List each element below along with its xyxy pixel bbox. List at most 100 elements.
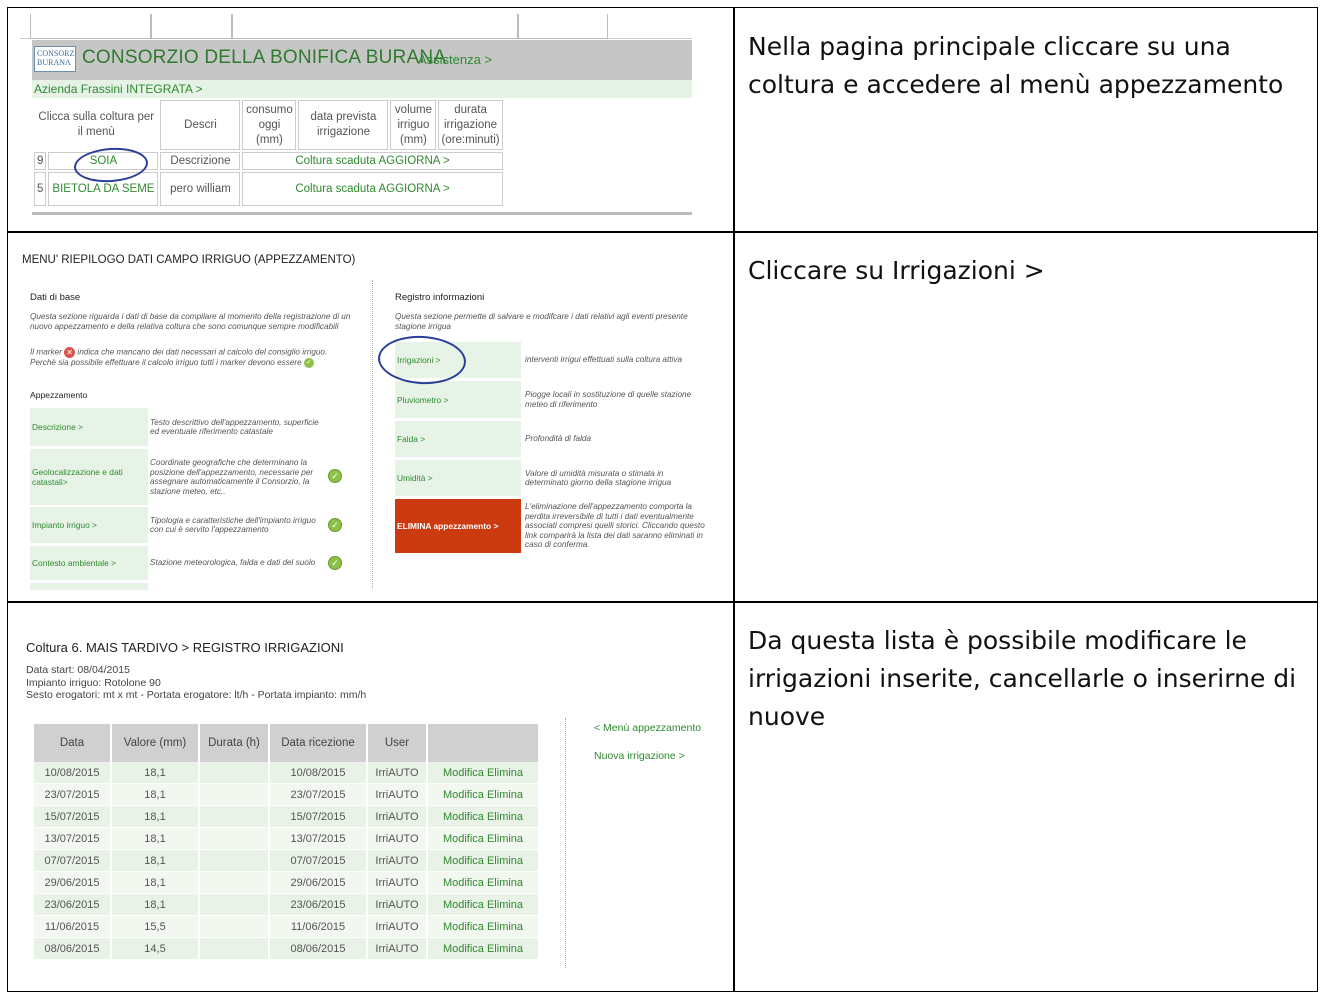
elimina-link[interactable]: Elimina [487,899,523,911]
row-number: 9 [34,152,47,170]
screenshot-irrigation-register: Coltura 6. MAIS TARDIVO > REGISTRO IRRIG… [24,630,724,980]
cell-actions: Modifica Elimina [427,805,540,828]
cell-date: 23/07/2015 [34,783,112,806]
new-irrigation-link[interactable]: Nuova irrigazione > [594,750,685,762]
cell-actions: Modifica Elimina [427,849,540,872]
register-meta: Data start: 08/04/2015 Impianto irriguo:… [26,664,366,702]
elimina-appezzamento-button[interactable]: ELIMINA appezzamento > [395,499,521,553]
cell-date: 13/07/2015 [34,827,112,850]
col-header: Data ricezione [269,724,368,762]
table-row: 13/07/2015 18,1 13/07/2015 IrriAUTO Modi… [34,827,540,850]
pluviometro-link[interactable]: Pluviometro > [395,381,521,418]
impianto-link[interactable]: Impianto irriguo > [30,507,148,543]
elimina-link[interactable]: Elimina [487,789,523,801]
top-box [150,14,232,39]
modifica-link[interactable]: Modifica [443,855,484,867]
row-desc: Coordinate geografiche che determinano l… [150,458,314,496]
cell-user: IrriAUTO [367,849,428,872]
contesto-link[interactable]: Contesto ambientale > [30,546,148,580]
cell-received: 15/07/2015 [269,805,368,828]
irrigation-table: Data Valore (mm) Durata (h) Data ricezio… [34,724,540,960]
reg-row-umidita: Umidità > Valore di umidità misurata o s… [395,460,712,496]
cell-received: 07/07/2015 [269,849,368,872]
registro-description: Questa sezione permette di salvare e mod… [395,312,688,331]
cell-user: IrriAUTO [367,827,428,850]
row-desc: Tipologia e caratteristiche dell'impiant… [150,515,316,535]
cell-received: 11/06/2015 [269,915,368,938]
col-header: volume irriguo (mm) [390,100,437,150]
elimina-link[interactable]: Elimina [487,833,523,845]
elimina-link[interactable]: Elimina [487,921,523,933]
company-link[interactable]: Azienda Frassini INTEGRATA > [32,80,692,98]
cell-value: 15,5 [111,915,200,938]
screenshot-plot-menu: MENU' RIEPILOGO DATI CAMPO IRRIGUO (APPE… [22,250,712,590]
update-link[interactable]: Coltura scaduta AGGIORNA > [242,152,503,170]
caption-step1: Nella pagina principale cliccare su una … [748,32,1284,99]
top-box [518,14,608,39]
check-icon: ✓ [328,518,342,532]
cell-actions: Modifica Elimina [427,871,540,894]
modifica-link[interactable]: Modifica [443,921,484,933]
consorzio-logo[interactable]: CONSORZIO BURANA [34,46,76,72]
col-header: Durata (h) [199,724,270,762]
cell-actions: Modifica Elimina [427,893,540,916]
app-row-partial [30,583,360,590]
marker-note-a: Il marker [30,347,62,357]
update-link[interactable]: Coltura scaduta AGGIORNA > [242,172,503,206]
modifica-link[interactable]: Modifica [443,833,484,845]
appezzamento-title: Appezzamento [30,390,88,400]
dotted-divider [565,718,567,968]
partial-row [30,583,148,590]
modifica-link[interactable]: Modifica [443,767,484,779]
modifica-link[interactable]: Modifica [443,943,484,955]
cell-received: 29/06/2015 [269,871,368,894]
modifica-link[interactable]: Modifica [443,877,484,889]
assistance-link[interactable]: Assistenza > [418,52,492,67]
missing-data-icon: ✕ [64,347,76,358]
cell-duration [199,762,270,784]
reg-row-pluviometro: Pluviometro > Piogge locali in sostituzi… [395,381,712,418]
back-to-menu-link[interactable]: < Menù appezzamento [594,722,701,734]
geolocalizzazione-link[interactable]: Geolocalizzazione e dati catastali> [30,449,148,505]
table-row: 29/06/2015 18,1 29/06/2015 IrriAUTO Modi… [34,871,540,894]
cell-actions: Modifica Elimina [427,937,540,960]
cell-user: IrriAUTO [367,915,428,938]
app-row-impianto: Impianto irriguo > Tipologia e caratteri… [30,507,360,543]
cell-actions: Modifica Elimina [427,783,540,806]
umidita-link[interactable]: Umidità > [395,460,521,496]
modifica-link[interactable]: Modifica [443,899,484,911]
elimina-link[interactable]: Elimina [487,855,523,867]
scrollbar[interactable] [32,212,692,215]
elimina-link[interactable]: Elimina [487,811,523,823]
cell-duration [199,783,270,806]
col-header: durata irrigazione (ore:minuti) [438,100,503,150]
elimina-link[interactable]: Elimina [487,767,523,779]
dotted-divider [372,280,374,588]
col-header: data prevista irrigazione [298,100,389,150]
cell-value: 14,5 [111,937,200,960]
table-row: 11/06/2015 15,5 11/06/2015 IrriAUTO Modi… [34,915,540,938]
cell-duration [199,827,270,850]
col-header [427,724,540,762]
elimina-link[interactable]: Elimina [487,877,523,889]
elimina-link[interactable]: Elimina [487,943,523,955]
descrizione-link[interactable]: Descrizione > [30,408,148,446]
cell-user: IrriAUTO [367,783,428,806]
cell-date: 07/07/2015 [34,849,112,872]
table-row: 15/07/2015 18,1 15/07/2015 IrriAUTO Modi… [34,805,540,828]
row-desc: Profondità di falda [525,434,591,444]
falda-link[interactable]: Falda > [395,421,521,457]
register-title: Coltura 6. MAIS TARDIVO > REGISTRO IRRIG… [26,640,344,655]
cell-value: 18,1 [111,762,200,784]
row-divider-1 [7,231,1318,233]
cell-received: 13/07/2015 [269,827,368,850]
marker-note: Il marker ✕ indica che mancano dei dati … [30,347,355,368]
col-header: Valore (mm) [111,724,200,762]
cell-value: 18,1 [111,849,200,872]
row-desc: Stazione meteorologica, falda e dati del… [150,558,316,568]
modifica-link[interactable]: Modifica [443,811,484,823]
modifica-link[interactable]: Modifica [443,789,484,801]
crop-description: Descrizione [160,152,241,170]
marker-note-b: indica che mancano dei dati necessari al… [30,347,328,368]
cell-date: 15/07/2015 [34,805,112,828]
